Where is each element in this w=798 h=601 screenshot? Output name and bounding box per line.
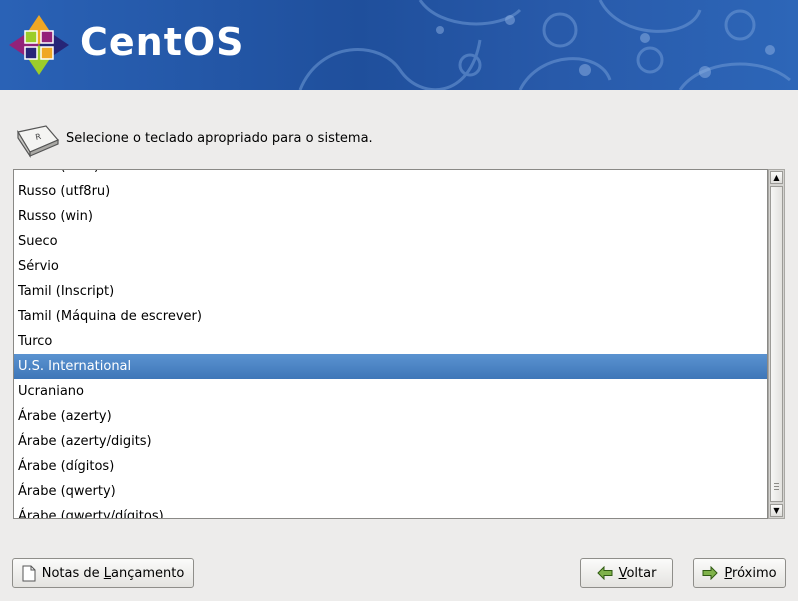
- keyboard-layout-item[interactable]: Ucraniano: [14, 379, 767, 404]
- arrow-right-icon: [702, 566, 719, 580]
- keyboard-layout-item[interactable]: Árabe (dígitos): [14, 454, 767, 479]
- document-icon: [22, 565, 36, 581]
- centos-logo-icon: [9, 15, 69, 75]
- keyboard-layout-item[interactable]: Sérvio: [14, 254, 767, 279]
- next-label: Próximo: [724, 565, 777, 581]
- scroll-down-button[interactable]: ▼: [770, 504, 783, 517]
- list-scrollbar[interactable]: ▲ ▼: [768, 169, 785, 519]
- keyboard-layout-item[interactable]: Sueco: [14, 229, 767, 254]
- keyboard-layout-items: Russo (rus2)Russo (utf8ru)Russo (win)Sue…: [14, 170, 767, 518]
- back-button[interactable]: Voltar: [580, 558, 673, 588]
- keyboard-layout-item[interactable]: Tamil (Máquina de escrever): [14, 304, 767, 329]
- release-notes-label: Notas de Lançamento: [41, 565, 185, 581]
- keyboard-layout-item[interactable]: U.S. International: [14, 354, 767, 379]
- arrow-left-icon: [596, 566, 613, 580]
- keyboard-layout-item[interactable]: Árabe (azerty): [14, 404, 767, 429]
- back-label: Voltar: [618, 565, 657, 581]
- keyboard-layout-item[interactable]: Árabe (azerty/digits): [14, 429, 767, 454]
- keyboard-layout-item[interactable]: Tamil (Inscript): [14, 279, 767, 304]
- keyboard-layout-item[interactable]: Turco: [14, 329, 767, 354]
- header-banner: CentOS: [0, 0, 798, 90]
- prompt-text: Selecione o teclado apropriado para o si…: [66, 131, 373, 146]
- keyboard-layout-item[interactable]: Russo (win): [14, 204, 767, 229]
- keyboard-layout-item[interactable]: Russo (rus2): [14, 170, 767, 179]
- scroll-up-button[interactable]: ▲: [770, 171, 783, 184]
- release-notes-button[interactable]: Notas de Lançamento: [12, 558, 194, 588]
- brand-name: CentOS: [80, 20, 245, 64]
- next-button[interactable]: Próximo: [693, 558, 786, 588]
- keyboard-layout-item[interactable]: Árabe (qwerty): [14, 479, 767, 504]
- keyboard-layout-item[interactable]: Árabe (qwerty/dígitos): [14, 504, 767, 518]
- keyboard-layout-item[interactable]: Russo (utf8ru): [14, 179, 767, 204]
- keyboard-key-icon: R: [17, 125, 59, 158]
- scrollbar-thumb[interactable]: [770, 186, 783, 502]
- keyboard-layout-list[interactable]: Russo (rus2)Russo (utf8ru)Russo (win)Sue…: [13, 169, 768, 519]
